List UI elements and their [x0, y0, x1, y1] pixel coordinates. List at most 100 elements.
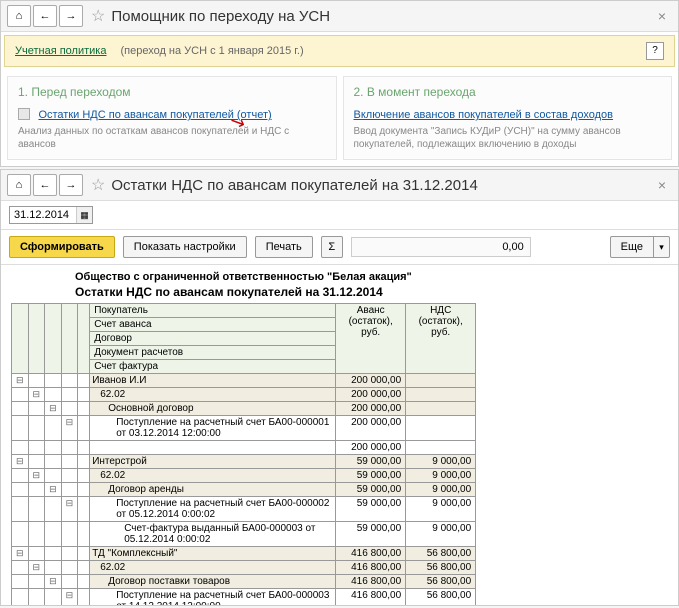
advance-value: 416 800,00 [336, 589, 406, 606]
table-row: ⊟ Договор аренды59 000,009 000,00 [12, 483, 476, 497]
panel-description: Анализ данных по остаткам авансов покупа… [18, 125, 326, 151]
vat-value [406, 416, 476, 441]
vat-value [406, 441, 476, 455]
date-field[interactable]: ▦ [9, 206, 93, 224]
table-row: ⊟ Поступление на расчетный счет БА00-0000… [12, 416, 476, 441]
row-label: Счет-фактура выданный БА00-000003 от 05.… [90, 522, 336, 547]
vat-value: 56 800,00 [406, 589, 476, 606]
collapse-toggle[interactable]: ⊟ [45, 402, 62, 416]
advance-value: 200 000,00 [336, 416, 406, 441]
table-row: ⊟ 62.0259 000,009 000,00 [12, 469, 476, 483]
row-label: Интерстрой [90, 455, 336, 469]
advance-value: 59 000,00 [336, 522, 406, 547]
panel-title: 1. Перед переходом [18, 85, 326, 99]
row-label: 62.02 [90, 469, 336, 483]
show-settings-button[interactable]: Показать настройки [123, 236, 247, 258]
table-row: ⊟ТД "Комплексный"416 800,0056 800,00 [12, 547, 476, 561]
vat-balances-link[interactable]: Остатки НДС по авансам покупателей (отче… [38, 109, 271, 121]
row-label: Основной договор [90, 402, 336, 416]
advance-value: 200 000,00 [336, 441, 406, 455]
help-button[interactable]: ? [646, 42, 664, 60]
row-label [90, 441, 336, 455]
favorite-icon[interactable]: ☆ [91, 175, 105, 195]
row-label: Договор аренды [90, 483, 336, 497]
vat-value: 9 000,00 [406, 483, 476, 497]
panel-title: 2. В момент перехода [354, 85, 662, 99]
collapse-toggle[interactable]: ⊟ [12, 455, 29, 469]
row-label: Поступление на расчетный счет БА00-00000… [90, 416, 336, 441]
print-button[interactable]: Печать [255, 236, 313, 258]
row-label: Иванов И.И [90, 374, 336, 388]
table-row: Счет-фактура выданный БА00-000003 от 05.… [12, 522, 476, 547]
favorite-icon[interactable]: ☆ [91, 6, 105, 26]
advance-value: 59 000,00 [336, 455, 406, 469]
advance-value: 59 000,00 [336, 497, 406, 522]
close-button[interactable]: × [652, 177, 672, 193]
advance-value: 59 000,00 [336, 469, 406, 483]
report-title: Остатки НДС по авансам покупателей на 31… [75, 285, 668, 299]
more-dropdown[interactable]: ▾ [654, 236, 670, 258]
sum-button[interactable]: Σ [321, 236, 343, 258]
forward-button[interactable]: → [59, 174, 83, 196]
row-label: ТД "Комплексный" [90, 547, 336, 561]
row-label: Поступление на расчетный счет БА00-00000… [90, 497, 336, 522]
table-row: 200 000,00 [12, 441, 476, 455]
before-transition-panel: 1. Перед переходом Остатки НДС по аванса… [7, 76, 337, 160]
collapse-toggle[interactable]: ⊟ [28, 469, 45, 483]
collapse-toggle[interactable]: ⊟ [45, 575, 62, 589]
table-row: ⊟ Поступление на расчетный счет БА00-0000… [12, 497, 476, 522]
back-button[interactable]: ← [33, 174, 57, 196]
table-row: ⊟ Иванов И.И200 000,00 [12, 374, 476, 388]
document-icon [18, 108, 30, 120]
close-button[interactable]: × [652, 8, 672, 24]
table-row: ⊟ Поступление на расчетный счет БА00-0000… [12, 589, 476, 606]
include-advances-link[interactable]: Включение авансов покупателей в состав д… [354, 109, 613, 121]
vat-value: 9 000,00 [406, 455, 476, 469]
vat-value [406, 374, 476, 388]
vat-value [406, 402, 476, 416]
forward-button[interactable]: → [59, 5, 83, 27]
generate-button[interactable]: Сформировать [9, 236, 115, 258]
vat-value: 56 800,00 [406, 547, 476, 561]
home-button[interactable]: ⌂ [7, 174, 31, 196]
more-button[interactable]: Еще [610, 236, 654, 258]
window-title: Помощник по переходу на УСН [111, 8, 651, 25]
advance-value: 200 000,00 [336, 402, 406, 416]
table-row: ⊟ Договор поставки товаров416 800,0056 80… [12, 575, 476, 589]
window-title: Остатки НДС по авансам покупателей на 31… [111, 177, 651, 194]
advance-value: 200 000,00 [336, 374, 406, 388]
advance-value: 416 800,00 [336, 575, 406, 589]
vat-value: 9 000,00 [406, 497, 476, 522]
organization-name: Общество с ограниченной ответственностью… [75, 271, 668, 283]
vat-value: 56 800,00 [406, 575, 476, 589]
row-label: Поступление на расчетный счет БА00-00000… [90, 589, 336, 606]
table-row: ⊟ Интерстрой59 000,009 000,00 [12, 455, 476, 469]
collapse-toggle[interactable]: ⊟ [45, 483, 62, 497]
sum-display: 0,00 [351, 237, 531, 257]
report-area: Общество с ограниченной ответственностью… [1, 265, 678, 605]
collapse-toggle[interactable]: ⊟ [12, 374, 29, 388]
date-input[interactable] [10, 207, 76, 223]
home-button[interactable]: ⌂ [7, 5, 31, 27]
collapse-toggle[interactable]: ⊟ [61, 497, 78, 522]
date-picker-button[interactable]: ▦ [76, 207, 92, 223]
panel-description: Ввод документа "Запись КУДиР (УСН)" на с… [354, 125, 662, 151]
info-bar: Учетная политика (переход на УСН с 1 янв… [4, 35, 675, 67]
vat-value [406, 388, 476, 402]
table-row: ⊟62.02200 000,00 [12, 388, 476, 402]
report-table: ПокупательАванс (остаток), руб.НДС (оста… [11, 303, 476, 605]
vat-value: 9 000,00 [406, 469, 476, 483]
vat-value: 9 000,00 [406, 522, 476, 547]
collapse-toggle[interactable]: ⊟ [61, 416, 78, 441]
collapse-toggle[interactable]: ⊟ [61, 589, 78, 606]
back-button[interactable]: ← [33, 5, 57, 27]
row-label: Договор поставки товаров [90, 575, 336, 589]
collapse-toggle[interactable]: ⊟ [28, 388, 45, 402]
at-transition-panel: 2. В момент перехода Включение авансов п… [343, 76, 673, 160]
collapse-toggle[interactable]: ⊟ [12, 547, 29, 561]
table-row: ⊟ Основной договор200 000,00 [12, 402, 476, 416]
advance-value: 59 000,00 [336, 483, 406, 497]
advance-value: 200 000,00 [336, 388, 406, 402]
transition-hint: (переход на УСН с 1 января 2015 г.) [120, 45, 646, 57]
accounting-policy-link[interactable]: Учетная политика [15, 45, 106, 57]
